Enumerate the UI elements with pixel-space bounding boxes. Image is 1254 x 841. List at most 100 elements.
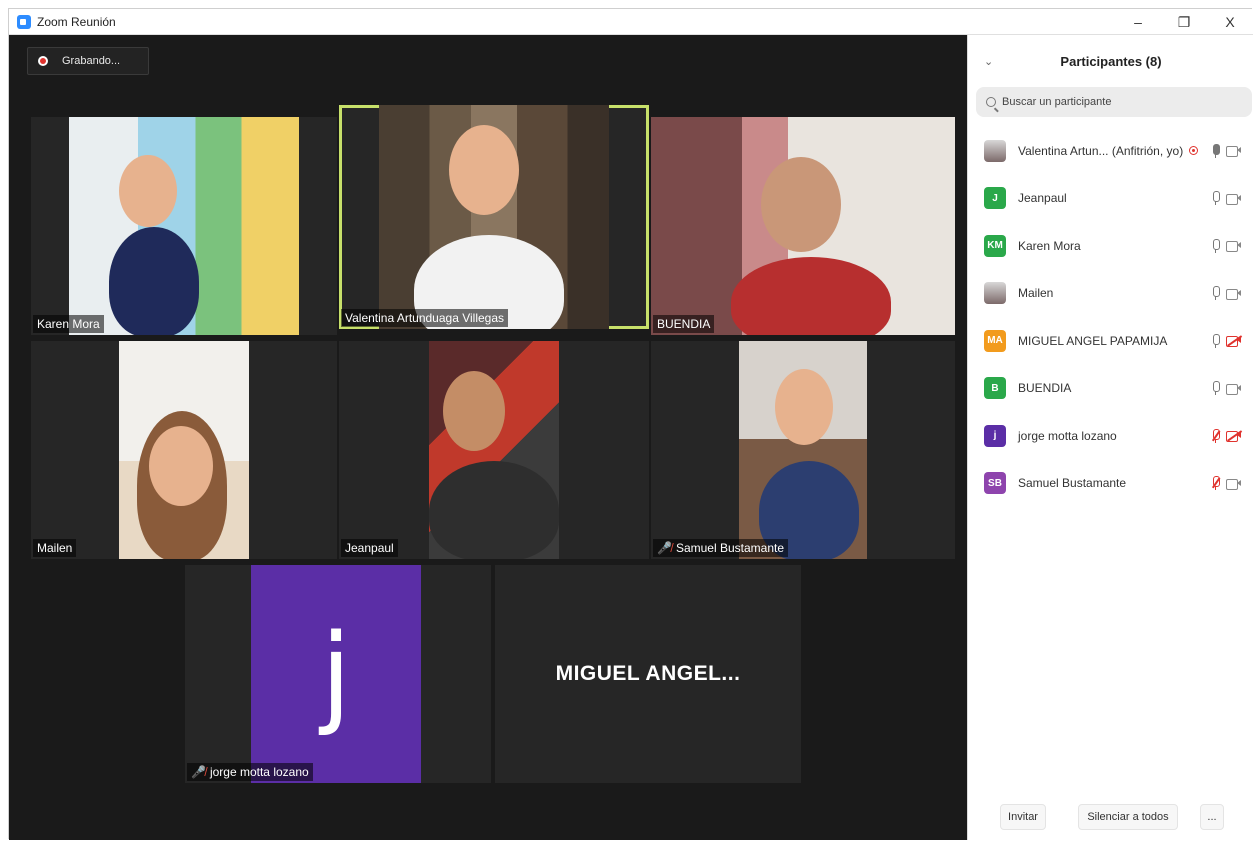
search-icon [986,97,996,107]
participant-face [775,369,833,445]
video-tile-valentina[interactable]: Valentina Artunduaga Villegas [339,105,649,329]
participant-row[interactable]: Valentina Artun... (Anfitrión, yo) [968,127,1254,175]
participant-row[interactable]: KM Karen Mora [968,222,1254,270]
video-tile-karen-mora[interactable]: Karen Mora [31,117,337,335]
video-tile-jorge[interactable]: j 🎤̸ jorge motta lozano [185,565,491,783]
video-camera-icon[interactable] [1226,288,1242,300]
participant-name-large: MIGUEL ANGEL... [555,662,741,685]
recording-indicator[interactable]: Grabando... [27,47,149,75]
participant-name: Valentina Artun... (Anfitrión, yo) [1018,143,1184,158]
slash-mark [1211,430,1221,441]
participant-list: Valentina Artun... (Anfitrión, yo) J Jeanp… [968,127,1254,507]
participant-name: BUENDIA [1018,381,1072,396]
slash-mark [1227,430,1242,442]
participant-search[interactable] [976,87,1252,117]
participant-name: Karen Mora [1018,238,1081,253]
participant-name: Valentina Artunduaga Villegas [345,311,505,325]
mic-muted-icon[interactable] [1211,428,1221,443]
participant-row[interactable]: j jorge motta lozano [968,412,1254,460]
video-feed [651,117,955,335]
participant-name: jorge motta lozano [209,765,309,779]
participant-row[interactable]: B BUENDIA [968,365,1254,413]
invite-button[interactable]: Invitar [1000,804,1046,830]
video-camera-icon[interactable] [1226,193,1242,205]
title-bar: Zoom Reunión – ❐ X [9,9,1253,35]
participant-status-icons [1211,381,1242,396]
video-tile-miguel-angel[interactable]: MIGUEL ANGEL... [495,565,801,783]
mic-icon[interactable] [1211,333,1220,348]
name-tag: BUENDIA [653,315,715,333]
participant-name: Karen Mora [37,317,100,331]
chevron-down-icon[interactable]: ⌄ [984,55,993,68]
participant-figure [731,257,891,335]
video-feed [429,341,559,559]
participant-figure [109,227,199,335]
avatar: j [984,424,1006,447]
restore-button[interactable]: ❐ [1161,9,1207,35]
search-input[interactable] [1002,96,1242,108]
participant-row[interactable]: SB Samuel Bustamante [968,460,1254,508]
video-off-icon[interactable] [1226,430,1242,443]
video-tile-samuel[interactable]: 🎤̸ Samuel Bustamante [651,341,955,559]
zoom-window: Zoom Reunión – ❐ X Grabando... Karen Mor… [8,8,1253,840]
participant-row[interactable]: Mailen [968,270,1254,318]
video-camera-icon[interactable] [1226,145,1242,158]
participant-face [443,371,505,451]
video-camera-icon[interactable] [1226,478,1242,490]
avatar: J [984,187,1006,210]
avatar: B [984,377,1006,400]
participant-name: Samuel Bustamante [1018,476,1127,491]
participant-face [449,125,519,215]
video-feed [119,341,249,559]
participant-name: MIGUEL ANGEL PAPAMIJA [1018,333,1168,348]
video-tile-jeanpaul[interactable]: Jeanpaul [339,341,649,559]
participant-row[interactable]: MA MIGUEL ANGEL PAPAMIJA [968,317,1254,365]
participant-status-icons [1211,476,1242,491]
video-camera-icon[interactable] [1226,383,1242,395]
gallery-view: Grabando... Karen Mora Valentina Artundu… [9,35,967,840]
more-options-button[interactable]: ... [1200,804,1224,830]
video-tile-buendia[interactable]: BUENDIA [651,117,955,335]
video-off-icon[interactable] [1226,335,1242,348]
recording-icon [1189,146,1199,156]
video-tile-mailen[interactable]: Mailen [31,341,337,559]
video-camera-icon[interactable] [1226,240,1242,253]
panel-header: ⌄ Participantes (8) [968,35,1254,87]
participant-name: Mailen [37,541,73,555]
mic-icon[interactable] [1211,238,1220,253]
participant-name: jorge motta lozano [1018,428,1117,443]
window-controls: – ❐ X [1115,9,1253,35]
window-title: Zoom Reunión [37,14,116,29]
minimize-button[interactable]: – [1115,9,1161,35]
participant-status-icons [1211,286,1242,301]
participant-name: Samuel Bustamante [675,541,785,555]
close-button[interactable]: X [1207,9,1253,35]
participant-name: Jeanpaul [1018,191,1067,206]
panel-title: Participantes (8) [1060,53,1162,69]
muted-mic-icon: 🎤̸ [191,765,206,779]
participants-panel: ⌄ Participantes (8) Valentina Artun... (… [967,35,1253,840]
record-icon [38,56,48,66]
name-tag: Jeanpaul [341,539,398,557]
video-feed [379,105,609,329]
slash-mark [1211,477,1221,489]
mic-icon[interactable] [1211,143,1220,158]
name-tag: 🎤̸ jorge motta lozano [187,763,313,781]
avatar [984,139,1006,162]
slash-mark [1227,335,1242,347]
muted-mic-icon: 🎤̸ [657,541,672,555]
mic-icon[interactable] [1211,286,1220,301]
panel-footer: Invitar Silenciar a todos ... [968,796,1254,840]
avatar: SB [984,472,1006,495]
mute-all-button[interactable]: Silenciar a todos [1078,804,1178,830]
participant-status-icons [1211,191,1242,206]
mic-muted-icon[interactable] [1211,476,1221,491]
zoom-logo-icon [17,14,31,29]
recording-label: Grabando... [62,55,121,67]
video-feed [69,117,299,335]
mic-icon[interactable] [1211,191,1220,206]
avatar: KM [984,234,1006,257]
participant-name: Jeanpaul [345,541,394,555]
mic-icon[interactable] [1211,381,1220,396]
participant-row[interactable]: J Jeanpaul [968,175,1254,223]
